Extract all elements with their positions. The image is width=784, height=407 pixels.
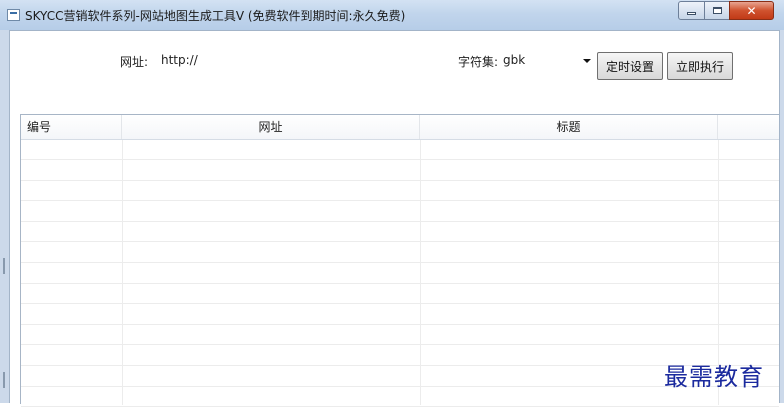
- table-row[interactable]: [21, 284, 779, 305]
- window-edge-marker: [3, 258, 5, 274]
- column-header-filler: [718, 115, 779, 139]
- url-label: 网址:: [120, 55, 149, 69]
- table-row[interactable]: [21, 202, 779, 222]
- table-row[interactable]: [21, 305, 779, 325]
- maximize-button[interactable]: [704, 1, 730, 20]
- column-header-title[interactable]: 标题: [420, 115, 718, 139]
- table-row[interactable]: [21, 222, 779, 243]
- table-row[interactable]: [21, 325, 779, 346]
- column-header-url[interactable]: 网址: [122, 115, 420, 139]
- chevron-down-icon[interactable]: [583, 59, 591, 63]
- input-panel: 网址: 字符集: gbk 定时设置 立即执行: [10, 31, 779, 111]
- column-header-id[interactable]: 编号: [21, 115, 122, 139]
- app-window: SKYCC营销软件系列-网站地图生成工具V (免费软件到期时间:永久免费) ✕ …: [0, 0, 784, 407]
- charset-selected-value: gbk: [503, 53, 526, 67]
- table-row[interactable]: [21, 181, 779, 202]
- maximize-icon: [712, 7, 722, 14]
- table-header: 编号 网址 标题: [21, 115, 779, 140]
- close-icon: ✕: [746, 3, 757, 18]
- table-row[interactable]: [21, 161, 779, 181]
- schedule-settings-button[interactable]: 定时设置: [597, 52, 663, 80]
- watermark-text: 最需教育: [664, 363, 764, 391]
- client-area: 网址: 字符集: gbk 定时设置 立即执行 编号 网址 标题: [9, 30, 780, 407]
- table-row[interactable]: [21, 140, 779, 160]
- run-now-button[interactable]: 立即执行: [667, 52, 733, 80]
- window-title: SKYCC营销软件系列-网站地图生成工具V (免费软件到期时间:永久免费): [25, 9, 406, 23]
- url-input[interactable]: [160, 51, 463, 69]
- table-row[interactable]: [21, 264, 779, 284]
- minimize-icon: [687, 12, 696, 15]
- app-icon[interactable]: [7, 9, 20, 21]
- charset-select[interactable]: gbk: [497, 51, 595, 72]
- minimize-button[interactable]: [678, 1, 705, 20]
- table-row[interactable]: [21, 243, 779, 263]
- window-edge-marker: [3, 372, 5, 388]
- charset-label: 字符集:: [458, 55, 499, 69]
- close-button[interactable]: ✕: [729, 1, 774, 20]
- title-bar[interactable]: SKYCC营销软件系列-网站地图生成工具V (免费软件到期时间:永久免费) ✕: [0, 0, 784, 30]
